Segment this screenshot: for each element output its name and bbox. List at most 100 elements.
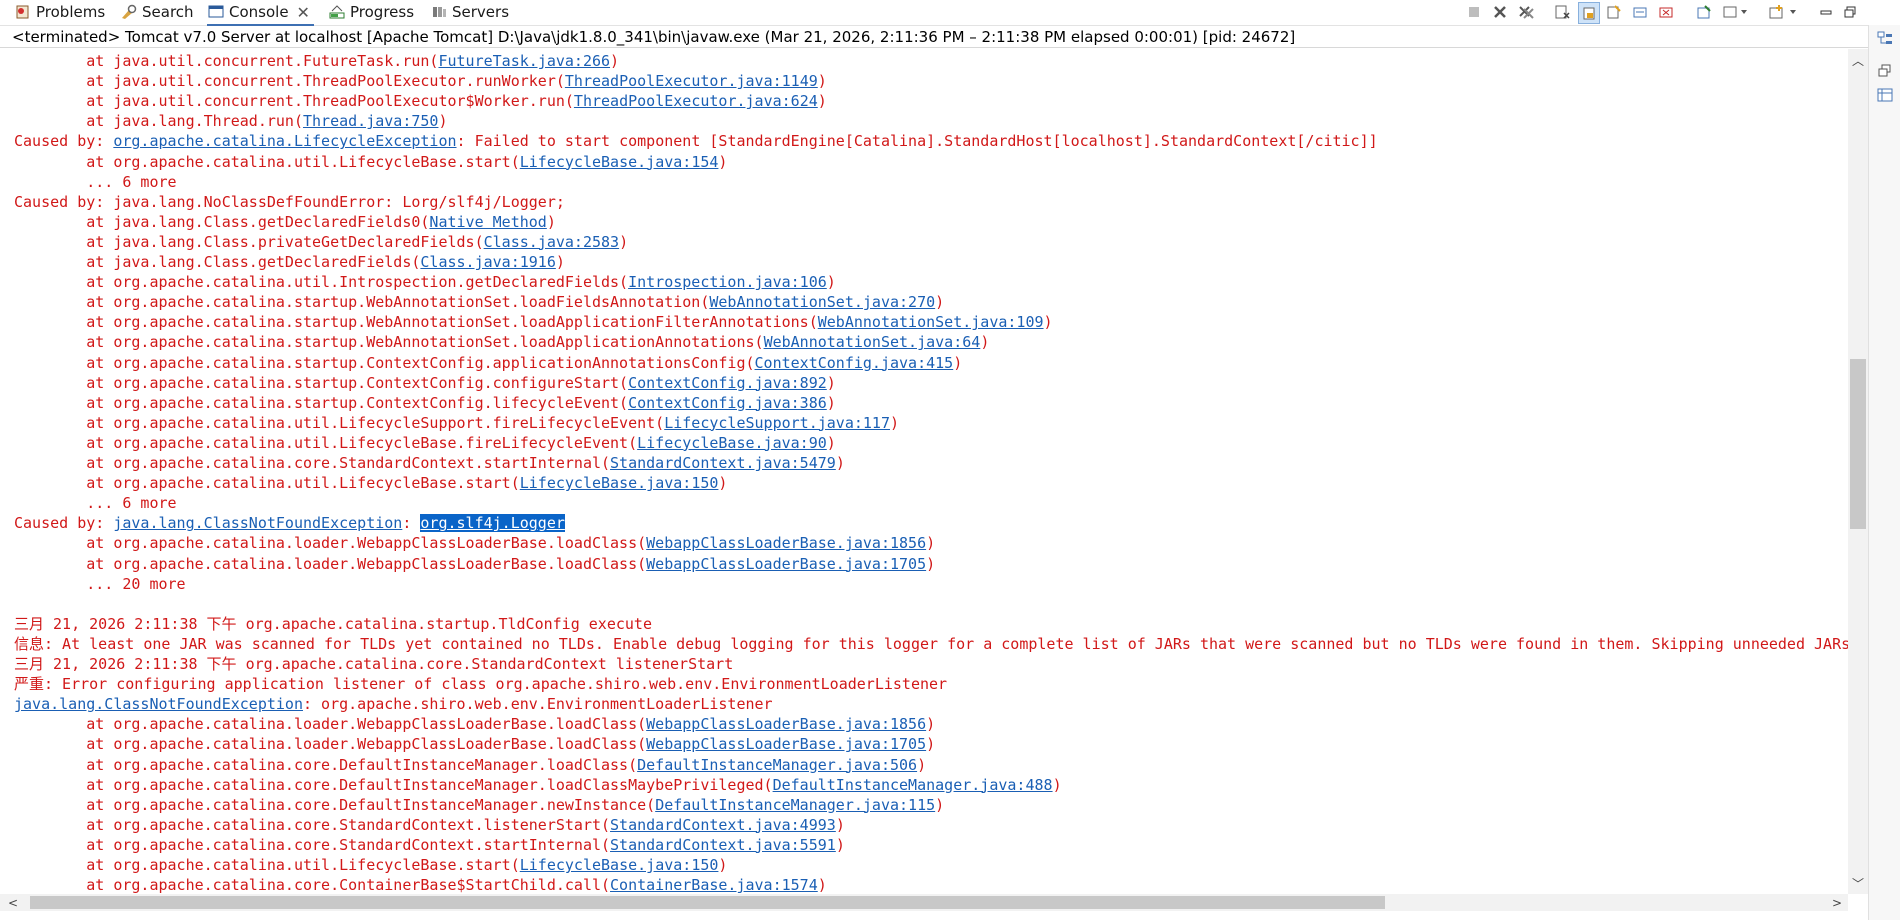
console-link[interactable]: LifecycleBase.java:150 [520, 856, 719, 874]
display-console-icon[interactable] [1720, 2, 1750, 22]
console-text: ) [835, 815, 845, 834]
restore-icon[interactable] [1877, 63, 1893, 79]
console-link[interactable]: LifecycleBase.java:154 [520, 153, 719, 171]
tab-search[interactable]: Search [120, 0, 194, 24]
task-list-icon[interactable] [1877, 87, 1893, 103]
console-link[interactable]: WebappClassLoaderBase.java:1705 [646, 735, 926, 753]
horizontal-scroll-thumb[interactable] [30, 896, 1385, 909]
console-line: 三月 21, 2026 2:11:38 下午 org.apache.catali… [14, 614, 652, 634]
console-text: at org.apache.catalina.loader.WebappClas… [14, 735, 647, 754]
word-wrap-icon[interactable] [1604, 2, 1624, 22]
outline-view-icon[interactable] [1877, 31, 1893, 47]
console-link[interactable]: WebappClassLoaderBase.java:1856 [646, 534, 926, 552]
console-link[interactable]: WebappClassLoaderBase.java:1705 [646, 555, 926, 573]
console-text: at org.apache.catalina.util.LifecycleBas… [14, 433, 638, 452]
console-link[interactable]: java.lang.ClassNotFoundException [14, 695, 303, 713]
scroll-down-icon[interactable]: ﹀ [1848, 874, 1868, 892]
console-link[interactable]: WebAnnotationSet.java:64 [764, 333, 981, 351]
console-text: ) [935, 795, 945, 814]
console-line: at java.util.concurrent.FutureTask.run(F… [14, 51, 619, 71]
console-link[interactable]: WebappClassLoaderBase.java:1856 [646, 715, 926, 733]
console-text: 信息: At least one JAR was scanned for TLD… [14, 634, 1848, 653]
horizontal-scrollbar[interactable]: < > [0, 894, 1848, 911]
show-stdout-icon[interactable] [1630, 2, 1650, 22]
console-line: at java.lang.Class.getDeclaredFields0(Na… [14, 212, 556, 232]
clear-console-icon[interactable] [1552, 2, 1572, 22]
console-link[interactable]: ThreadPoolExecutor.java:624 [574, 92, 818, 110]
tab-servers[interactable]: Servers [430, 0, 509, 24]
console-link[interactable]: StandardContext.java:5591 [610, 836, 836, 854]
open-console-icon[interactable] [1766, 2, 1802, 22]
vertical-scroll-thumb[interactable] [1850, 359, 1866, 529]
vertical-scrollbar[interactable]: ︿ ﹀ [1848, 49, 1868, 894]
pin-console-icon[interactable] [1694, 2, 1714, 22]
selected-text[interactable]: org.slf4j.Logger [420, 514, 565, 533]
console-link[interactable]: Introspection.java:106 [628, 273, 827, 291]
console-status-line: <terminated> Tomcat v7.0 Server at local… [0, 26, 1900, 48]
console-link[interactable]: WebAnnotationSet.java:109 [818, 313, 1044, 331]
console-link[interactable]: ContextConfig.java:892 [628, 374, 827, 392]
console-link[interactable]: ContextConfig.java:386 [628, 394, 827, 412]
console-line: at org.apache.catalina.loader.WebappClas… [14, 533, 935, 553]
console-line: ... 20 more [14, 574, 186, 594]
close-icon[interactable]: ✕ [297, 3, 310, 22]
console-text: ) [917, 755, 927, 774]
console-text: ) [619, 232, 629, 251]
trim-stack [1868, 25, 1900, 920]
console-link[interactable]: LifecycleBase.java:150 [520, 474, 719, 492]
tab-label: Problems [36, 3, 106, 21]
console-text: Caused by: [14, 132, 114, 151]
console-link[interactable]: DefaultInstanceManager.java:115 [655, 796, 935, 814]
console-text: ) [1043, 313, 1053, 332]
console-text: ) [718, 152, 728, 171]
console-line: at org.apache.catalina.util.LifecycleBas… [14, 473, 727, 493]
console-link[interactable]: LifecycleBase.java:90 [637, 434, 827, 452]
console-line: at org.apache.catalina.startup.WebAnnota… [14, 332, 989, 352]
console-link[interactable]: Class.java:2583 [484, 233, 619, 251]
console-line: at java.util.concurrent.ThreadPoolExecut… [14, 91, 827, 111]
remove-launch-icon[interactable] [1490, 2, 1510, 22]
console-text: ) [926, 715, 936, 734]
scroll-right-icon[interactable]: > [1830, 894, 1844, 911]
console-text: ... 20 more [14, 574, 186, 593]
console-text: at java.util.concurrent.FutureTask.run( [14, 52, 439, 70]
console-text: at org.apache.catalina.core.DefaultInsta… [14, 775, 773, 794]
minimize-icon[interactable] [1816, 2, 1836, 22]
console-link[interactable]: DefaultInstanceManager.java:506 [637, 756, 917, 774]
terminate-icon[interactable] [1464, 2, 1484, 22]
console-output[interactable]: at java.util.concurrent.FutureTask.run(F… [0, 49, 1848, 894]
tab-console[interactable]: Console ✕ [207, 0, 314, 26]
tab-problems[interactable]: Problems [14, 0, 105, 24]
console-link[interactable]: Thread.java:750 [303, 112, 438, 130]
console-text: Caused by: [14, 514, 114, 533]
console-line: 三月 21, 2026 2:11:38 下午 org.apache.catali… [14, 654, 733, 674]
console-link[interactable]: DefaultInstanceManager.java:488 [773, 776, 1053, 794]
scroll-up-icon[interactable]: ︿ [1848, 51, 1868, 69]
console-line: at org.apache.catalina.startup.ContextCo… [14, 393, 836, 413]
console-link[interactable]: StandardContext.java:4993 [610, 816, 836, 834]
console-line: at org.apache.catalina.util.LifecycleBas… [14, 855, 727, 875]
console-link[interactable]: java.lang.ClassNotFoundException [113, 514, 402, 532]
console-text: at java.lang.Class.getDeclaredFields0( [14, 212, 430, 231]
console-link[interactable]: Native Method [429, 213, 546, 231]
remove-all-icon[interactable] [1516, 2, 1536, 22]
console-text: ) [817, 876, 827, 894]
console-link[interactable]: ThreadPoolExecutor.java:1149 [565, 72, 818, 90]
console-text: : Failed to start component [StandardEng… [456, 132, 1378, 151]
console-link[interactable]: FutureTask.java:266 [438, 52, 610, 70]
console-link[interactable]: LifecycleSupport.java:117 [664, 414, 890, 432]
console-link[interactable]: ContextConfig.java:415 [755, 354, 954, 372]
scroll-left-icon[interactable]: < [6, 894, 20, 911]
maximize-icon[interactable] [1840, 2, 1860, 22]
console-link[interactable]: StandardContext.java:5479 [610, 454, 836, 472]
show-stderr-icon[interactable] [1656, 2, 1676, 22]
console-text: at org.apache.catalina.util.LifecycleBas… [14, 152, 520, 171]
tab-progress[interactable]: Progress [328, 0, 414, 24]
console-link[interactable]: ContainerBase.java:1574 [610, 876, 818, 894]
console-text: ) [835, 454, 845, 472]
console-link[interactable]: org.apache.catalina.LifecycleException [113, 132, 456, 150]
console-text: at java.util.concurrent.ThreadPoolExecut… [14, 92, 574, 111]
console-link[interactable]: Class.java:1916 [420, 253, 555, 271]
console-link[interactable]: WebAnnotationSet.java:270 [709, 293, 935, 311]
scroll-lock-icon[interactable] [1578, 2, 1600, 24]
